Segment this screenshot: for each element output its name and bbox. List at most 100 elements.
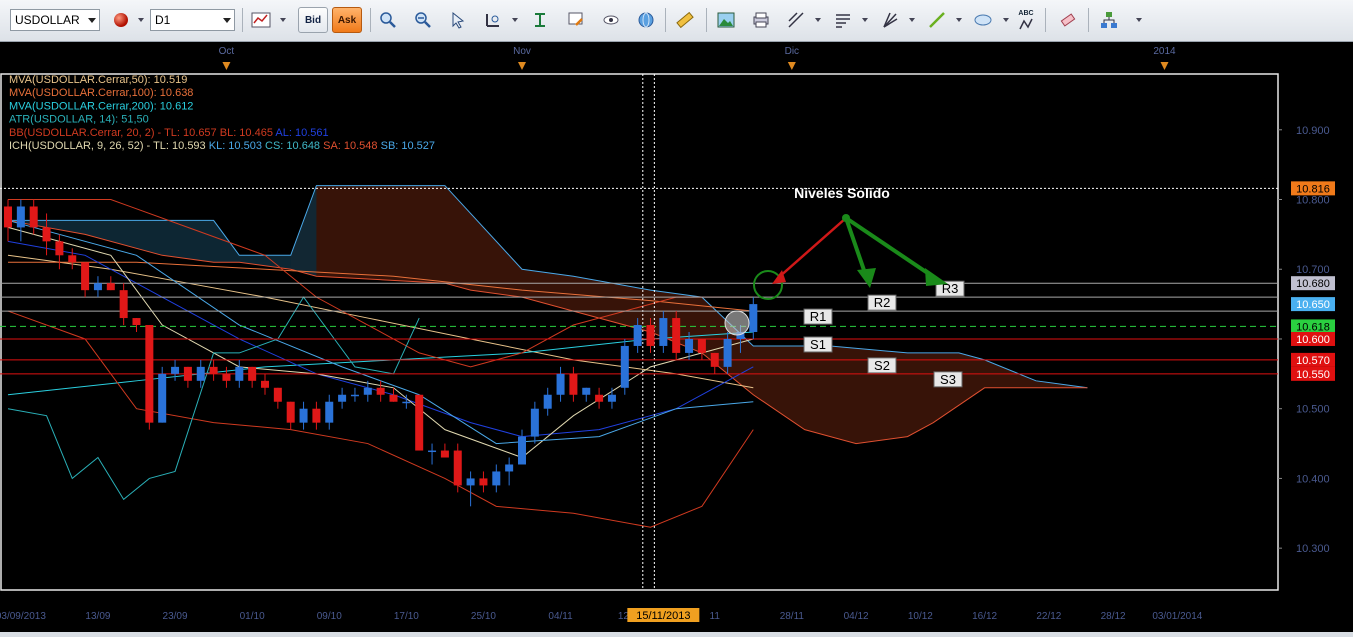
y-tick-label: 10.500 xyxy=(1296,404,1330,416)
candle-body xyxy=(235,366,244,381)
candle-body xyxy=(132,318,141,326)
anchor-dot xyxy=(842,214,850,222)
toolbar-separator xyxy=(370,8,371,32)
indicator-legend: BB(USDOLLAR.Cerrar, 20, 2) - TL: 10.657 … xyxy=(9,127,329,139)
candle-body xyxy=(633,325,642,346)
chevron-down-icon[interactable] xyxy=(862,18,868,22)
fibonacci-icon[interactable] xyxy=(830,7,856,33)
x-tick-label: 10/12 xyxy=(908,611,933,622)
candle-body xyxy=(659,318,668,346)
price-chart[interactable]: OctNovDic201410.30010.40010.50010.60010.… xyxy=(0,42,1353,632)
toolbar-separator xyxy=(1088,8,1089,32)
chevron-down-icon[interactable] xyxy=(1136,18,1142,22)
eye-icon[interactable] xyxy=(598,7,624,33)
price-badge-label: 10.550 xyxy=(1296,369,1330,381)
fan-icon[interactable] xyxy=(877,7,903,33)
candle-body xyxy=(68,255,77,263)
highlight-circle xyxy=(724,310,750,336)
y-tick-label: 10.900 xyxy=(1296,125,1330,137)
bid-button[interactable]: Bid xyxy=(298,7,328,33)
chevron-down-icon[interactable] xyxy=(956,18,962,22)
level-label: S3 xyxy=(940,372,956,387)
ellipse-icon[interactable] xyxy=(970,7,996,33)
line-tools-icon[interactable] xyxy=(783,7,809,33)
price-badge-label: 10.680 xyxy=(1296,278,1330,290)
chevron-down-icon[interactable] xyxy=(138,18,144,22)
x-tick-label: 09/10 xyxy=(317,611,342,622)
symbol-select[interactable]: USDOLLAR xyxy=(10,9,100,31)
timeframe-value: D1 xyxy=(155,13,171,27)
indicator-legend: ICH(USDOLLAR, 9, 26, 52) - TL: 10.593 KL… xyxy=(9,140,435,152)
candle-body xyxy=(428,450,437,453)
candle-body xyxy=(595,394,604,402)
candle-body xyxy=(350,394,359,397)
target-circle xyxy=(753,270,783,300)
candle-body xyxy=(81,262,90,291)
image-icon[interactable] xyxy=(713,7,739,33)
ruler-icon[interactable] xyxy=(672,7,698,33)
candle-body xyxy=(93,283,102,291)
x-tick-label: 01/10 xyxy=(240,611,265,622)
candle-body xyxy=(479,478,488,486)
candle-body xyxy=(55,241,64,256)
crosshair-icon[interactable] xyxy=(480,7,506,33)
ask-button[interactable]: Ask xyxy=(332,7,362,33)
abc-label: ABC xyxy=(1018,10,1034,17)
candle-body xyxy=(620,345,629,388)
chevron-down-icon[interactable] xyxy=(1003,18,1009,22)
top-axis-label: Nov xyxy=(513,46,531,57)
candle-body xyxy=(312,408,321,423)
indicator-legend: MVA(USDOLLAR.Cerrar,200): 10.612 xyxy=(9,100,193,112)
x-tick-label: 17/10 xyxy=(394,611,419,622)
price-badge-label: 10.570 xyxy=(1296,355,1330,367)
indicator-icon[interactable] xyxy=(527,7,553,33)
candle-body xyxy=(248,366,257,381)
chevron-down-icon[interactable] xyxy=(909,18,915,22)
timeframe-select[interactable]: D1 xyxy=(150,9,235,31)
series-line xyxy=(7,296,420,501)
candle-body xyxy=(440,450,449,458)
price-badge-label: 10.600 xyxy=(1296,334,1330,346)
x-tick-label: 11 xyxy=(710,611,721,622)
candle-body xyxy=(325,401,334,423)
trendline-icon[interactable] xyxy=(924,7,950,33)
candle-body xyxy=(29,206,38,228)
color-icon[interactable] xyxy=(108,7,134,33)
chevron-down-icon xyxy=(223,18,231,23)
candle-body xyxy=(556,373,565,395)
print-icon[interactable] xyxy=(748,7,774,33)
indicator-legend: MVA(USDOLLAR.Cerrar,50): 10.519 xyxy=(9,74,187,86)
candle-body xyxy=(723,338,732,367)
x-tick-label: 28/11 xyxy=(780,611,805,622)
candle-body xyxy=(16,206,25,228)
indicator-legend: ATR(USDOLLAR, 14): 51,50 xyxy=(9,114,149,126)
chevron-down-icon xyxy=(88,18,96,23)
text-tool-button[interactable]: ABC xyxy=(1013,7,1039,33)
chevron-down-icon[interactable] xyxy=(815,18,821,22)
candle-body xyxy=(415,394,424,451)
top-axis-label: 2014 xyxy=(1153,46,1176,57)
chart-type-icon[interactable] xyxy=(248,7,274,33)
candle-body xyxy=(530,408,539,437)
chevron-down-icon[interactable] xyxy=(512,18,518,22)
price-badge-label: 10.816 xyxy=(1296,183,1330,195)
zoom-in-icon[interactable] xyxy=(375,7,401,33)
hierarchy-icon[interactable] xyxy=(1096,7,1122,33)
x-tick-label: 03/01/2014 xyxy=(1152,611,1202,622)
candle-body xyxy=(222,373,231,381)
y-tick-label: 10.400 xyxy=(1296,473,1330,485)
eraser-icon[interactable] xyxy=(1055,7,1081,33)
chevron-down-icon[interactable] xyxy=(280,18,286,22)
zoom-out-icon[interactable] xyxy=(410,7,436,33)
globe-icon[interactable] xyxy=(633,7,659,33)
candle-body xyxy=(299,408,308,423)
candle-body xyxy=(453,450,462,486)
pointer-icon[interactable] xyxy=(445,7,471,33)
candle-body xyxy=(697,338,706,353)
candle-body xyxy=(209,366,218,374)
candle-body xyxy=(145,325,154,423)
x-tick-label: 23/09 xyxy=(163,611,188,622)
template-icon[interactable] xyxy=(563,7,589,33)
chart-area[interactable]: OctNovDic201410.30010.40010.50010.60010.… xyxy=(0,42,1353,632)
indicator-legend: MVA(USDOLLAR.Cerrar,100): 10.638 xyxy=(9,87,193,99)
